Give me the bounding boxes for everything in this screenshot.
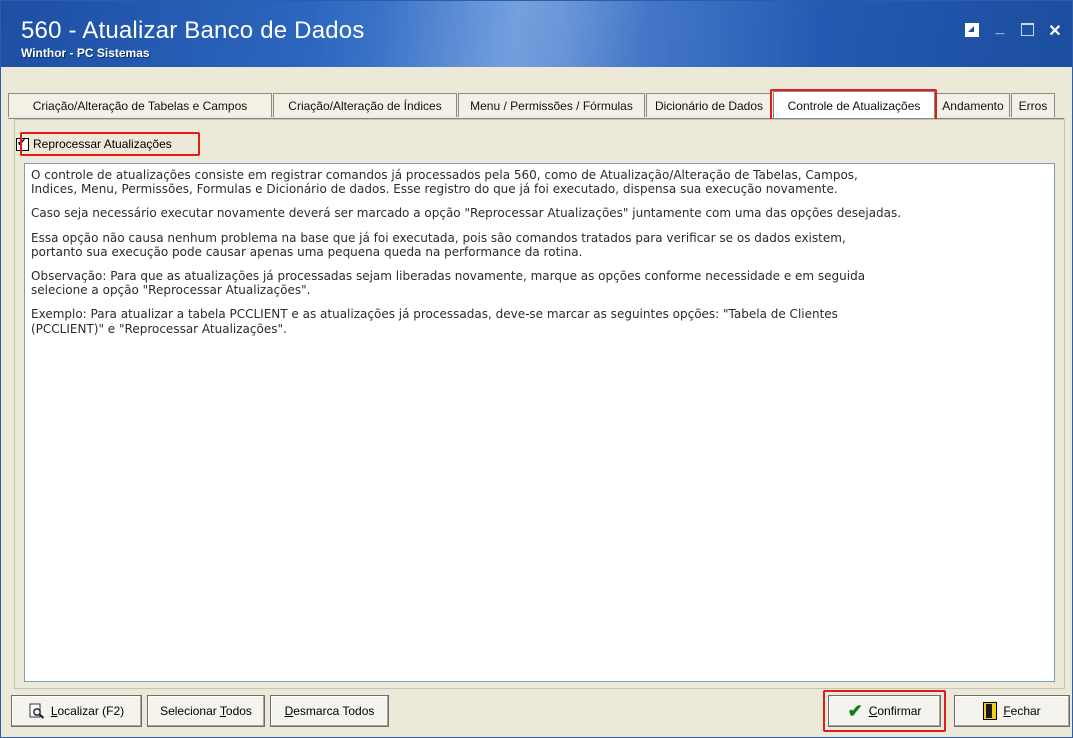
button-bar: Localizar (F2) Selecionar Todos Desmarca… xyxy=(4,688,1070,736)
desmarca-todos-button[interactable]: Desmarca Todos xyxy=(270,695,389,727)
tab-dicionario[interactable]: Dicionário de Dados xyxy=(646,93,772,117)
selecionar-todos-label: Selecionar Todos xyxy=(160,704,252,718)
app-window: 560 - Atualizar Banco de Dados Winthor -… xyxy=(0,0,1073,738)
highlight-checkbox xyxy=(20,132,200,156)
fechar-button[interactable]: Fechar xyxy=(954,695,1070,727)
localizar-button[interactable]: Localizar (F2) xyxy=(11,695,142,727)
window-controls: _ ✕ xyxy=(965,19,1062,40)
window-subtitle: Winthor - PC Sistemas xyxy=(21,46,150,60)
title-bar-shine xyxy=(301,1,821,67)
tab-andamento[interactable]: Andamento xyxy=(936,93,1010,117)
localizar-label: Localizar (F2) xyxy=(50,704,125,718)
tab-menu-permissoes[interactable]: Menu / Permissões / Fórmulas xyxy=(458,93,645,117)
find-icon xyxy=(29,703,45,719)
desmarca-todos-label: Desmarca Todos xyxy=(284,704,375,718)
info-memo[interactable]: O controle de atualizações consiste em r… xyxy=(24,163,1055,682)
highlight-tab xyxy=(770,89,937,121)
window-title: 560 - Atualizar Banco de Dados xyxy=(21,17,365,44)
selecionar-todos-button[interactable]: Selecionar Todos xyxy=(147,695,265,727)
fechar-label: Fechar xyxy=(1003,704,1041,718)
restore-icon[interactable] xyxy=(965,23,979,37)
exit-door-icon xyxy=(983,702,998,720)
memo-paragraph: Essa opção não causa nenhum problema na … xyxy=(31,230,846,259)
maximize-icon[interactable] xyxy=(1021,23,1034,36)
memo-paragraph: Observação: Para que as atualizações já … xyxy=(31,269,866,298)
minimize-icon[interactable]: _ xyxy=(993,19,1007,37)
tab-bar: Criação/Alteração de Tabelas e Campos Cr… xyxy=(8,89,1064,121)
highlight-confirmar xyxy=(823,690,946,732)
tab-indices[interactable]: Criação/Alteração de Índices xyxy=(273,93,457,117)
form-content: Criação/Alteração de Tabelas e Campos Cr… xyxy=(4,71,1070,736)
memo-paragraph: Exemplo: Para atualizar a tabela PCCLIEN… xyxy=(31,307,838,336)
tab-tabelas-campos[interactable]: Criação/Alteração de Tabelas e Campos xyxy=(8,93,272,117)
memo-paragraph: Caso seja necessário executar novamente … xyxy=(31,206,902,221)
close-icon[interactable]: ✕ xyxy=(1048,23,1062,40)
title-bar[interactable]: 560 - Atualizar Banco de Dados Winthor -… xyxy=(1,1,1072,67)
memo-paragraph: O controle de atualizações consiste em r… xyxy=(31,168,858,197)
tab-erros[interactable]: Erros xyxy=(1011,93,1055,117)
